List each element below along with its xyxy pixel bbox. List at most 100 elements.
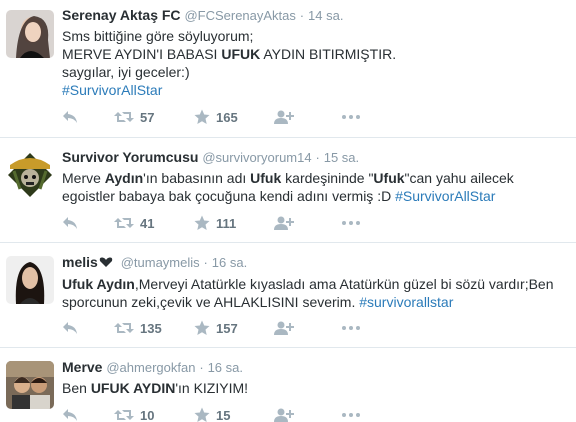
text-segment: Merve: [62, 170, 105, 186]
tweet-header: Survivor Yorumcusu @survivoryorum14 · 15…: [62, 148, 570, 167]
follow-button[interactable]: [274, 110, 342, 124]
more-button[interactable]: [342, 115, 372, 119]
timestamp[interactable]: 14 sa.: [308, 8, 343, 23]
highlighted-term: Ufuk Aydın: [62, 276, 135, 293]
reply-button[interactable]: [62, 110, 114, 124]
tweet-text-line: sporcunun zeki,çevik ve AHLAKLISINI seve…: [62, 293, 570, 311]
tweet-text-line: Merve Aydın'ın babasının adı Ufuk kardeş…: [62, 169, 570, 187]
display-name[interactable]: melis: [62, 254, 98, 270]
text-segment: AYDIN BITIRMIŞTIR.: [260, 46, 397, 62]
more-icon: [342, 413, 360, 417]
reply-icon: [62, 321, 78, 335]
follow-button[interactable]: [274, 216, 342, 230]
follow-button[interactable]: [274, 321, 342, 335]
tweet[interactable]: melis @tumaymelis · 16 sa. Ufuk Aydın,Me…: [0, 243, 576, 348]
hashtag-link[interactable]: #survivorallstar: [359, 294, 453, 310]
hashtag-link[interactable]: #SurvivorAllStar: [395, 188, 495, 204]
retweet-button[interactable]: 135: [114, 321, 194, 336]
tweet-text: Ben UFUK AYDIN'ın KIZIYIM!: [62, 379, 570, 397]
more-button[interactable]: [342, 221, 372, 225]
username[interactable]: @survivoryorum14: [202, 150, 311, 165]
more-button[interactable]: [342, 326, 372, 330]
retweet-icon: [114, 110, 134, 124]
tweet-text: Merve Aydın'ın babasının adı Ufuk kardeş…: [62, 169, 570, 205]
like-button[interactable]: 165: [194, 109, 274, 125]
username[interactable]: @FCSerenayAktas: [184, 8, 295, 23]
text-segment: ,Merveyi Atatürkle kıyasladı ama Atatürk…: [134, 276, 554, 293]
text-segment: Ben: [62, 380, 91, 396]
more-button[interactable]: [342, 413, 372, 417]
tweet-actions: 135 157: [62, 319, 372, 337]
follow-icon: [274, 110, 294, 124]
display-name[interactable]: Serenay Aktaş FC: [62, 7, 181, 23]
highlighted-term: UFUK: [221, 46, 261, 62]
text-segment: saygılar, iyi geceler:): [62, 64, 190, 80]
text-segment: "can yahu ailecek: [404, 170, 514, 186]
like-button[interactable]: 15: [194, 407, 274, 422]
retweet-count: 57: [140, 109, 155, 125]
reply-icon: [62, 216, 78, 230]
text-segment: sporcunun zeki,çevik ve AHLAKLISINI seve…: [62, 294, 360, 311]
retweet-icon: [114, 408, 134, 422]
separator: ·: [199, 360, 204, 375]
like-button[interactable]: 157: [194, 320, 274, 336]
username[interactable]: @ahmergokfan: [106, 360, 195, 375]
separator: ·: [203, 255, 208, 270]
tweet-text-line: saygılar, iyi geceler:): [62, 63, 570, 81]
follow-icon: [274, 321, 294, 335]
tweet-header: melis @tumaymelis · 16 sa.: [62, 253, 570, 273]
highlighted-term: Ufuk: [373, 170, 405, 186]
tweet-header: Serenay Aktaş FC @FCSerenayAktas · 14 sa…: [62, 6, 570, 25]
reply-button[interactable]: [62, 321, 114, 335]
retweet-button[interactable]: 10: [114, 408, 194, 422]
text-segment: Sms bittiğine göre söyluyorum;: [62, 28, 254, 44]
retweet-button[interactable]: 41: [114, 216, 194, 231]
tweet-actions: 10 15: [62, 406, 372, 422]
avatar[interactable]: [6, 361, 54, 409]
like-count: 15: [216, 407, 231, 422]
retweet-count: 135: [140, 320, 162, 336]
reply-button[interactable]: [62, 216, 114, 230]
timestamp[interactable]: 16 sa.: [212, 255, 247, 270]
follow-icon: [274, 408, 294, 422]
display-name[interactable]: Merve: [62, 359, 102, 375]
reply-icon: [62, 110, 78, 124]
more-icon: [342, 326, 360, 330]
retweet-icon: [114, 216, 134, 230]
tweet-text-line: MERVE AYDIN'I BABASI UFUK AYDIN BITIRMIŞ…: [62, 45, 570, 63]
tweet[interactable]: Merve @ahmergokfan · 16 sa. Ben UFUK AYD…: [0, 348, 576, 422]
tweet[interactable]: Survivor Yorumcusu @survivoryorum14 · 15…: [0, 138, 576, 243]
tweet[interactable]: Serenay Aktaş FC @FCSerenayAktas · 14 sa…: [0, 0, 576, 138]
follow-icon: [274, 216, 294, 230]
hashtag-link[interactable]: #SurvivorAllStar: [62, 82, 162, 98]
separator: ·: [315, 150, 320, 165]
tweet-actions: 57 165: [62, 108, 372, 126]
avatar[interactable]: [6, 256, 54, 304]
tweet-text-line: Sms bittiğine göre söyluyorum;: [62, 27, 570, 45]
highlighted-term: Ufuk: [250, 170, 282, 186]
like-icon: [194, 109, 210, 125]
follow-button[interactable]: [274, 408, 342, 422]
timestamp[interactable]: 16 sa.: [208, 360, 243, 375]
like-icon: [194, 320, 210, 336]
username[interactable]: @tumaymelis: [121, 255, 200, 270]
display-name[interactable]: Survivor Yorumcusu: [62, 149, 198, 165]
retweet-button[interactable]: 57: [114, 110, 194, 125]
tweet-text-line: #SurvivorAllStar: [62, 81, 570, 99]
like-count: 165: [216, 109, 238, 125]
separator: ·: [299, 8, 305, 23]
more-icon: [342, 115, 360, 119]
reply-icon: [62, 408, 78, 422]
like-button[interactable]: 111: [194, 215, 274, 231]
text-segment: 'ın KIZIYIM!: [175, 380, 249, 396]
like-icon: [194, 407, 210, 422]
heart-badge-icon: [99, 253, 113, 271]
retweet-count: 10: [140, 407, 155, 422]
timestamp[interactable]: 15 sa.: [324, 150, 359, 165]
reply-button[interactable]: [62, 408, 114, 422]
avatar[interactable]: [6, 151, 54, 199]
retweet-icon: [114, 321, 134, 335]
avatar[interactable]: [6, 10, 54, 58]
tweet-header: Merve @ahmergokfan · 16 sa.: [62, 358, 570, 377]
text-segment: 'ın babasının adı: [143, 170, 251, 186]
